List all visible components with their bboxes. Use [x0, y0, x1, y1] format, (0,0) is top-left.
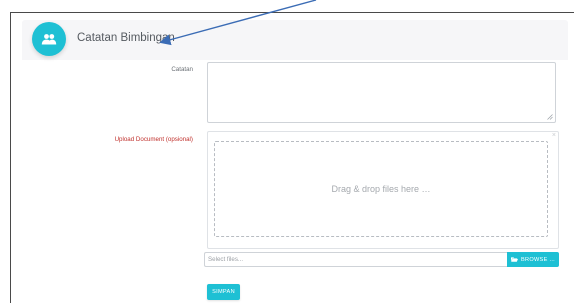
close-icon[interactable]: ×: [552, 132, 556, 139]
resize-grip-icon[interactable]: [547, 114, 553, 120]
drop-zone[interactable]: Drag & drop files here …: [214, 141, 548, 237]
users-icon: [41, 34, 57, 45]
catatan-textarea[interactable]: [207, 62, 556, 123]
browse-label: BROWSE ...: [520, 256, 556, 263]
page-title: Catatan Bimbingan: [77, 32, 175, 44]
browse-button[interactable]: BROWSE ...: [507, 252, 559, 267]
catatan-label: Catatan: [171, 66, 193, 73]
upload-document-label: Upload Document (opsional): [114, 136, 193, 143]
header-icon-badge: [32, 22, 66, 56]
save-button[interactable]: SIMPAN: [207, 284, 240, 300]
drop-zone-text: Drag & drop files here …: [331, 184, 431, 194]
file-name-input[interactable]: Select files...: [204, 252, 507, 267]
folder-open-icon: [510, 257, 518, 262]
